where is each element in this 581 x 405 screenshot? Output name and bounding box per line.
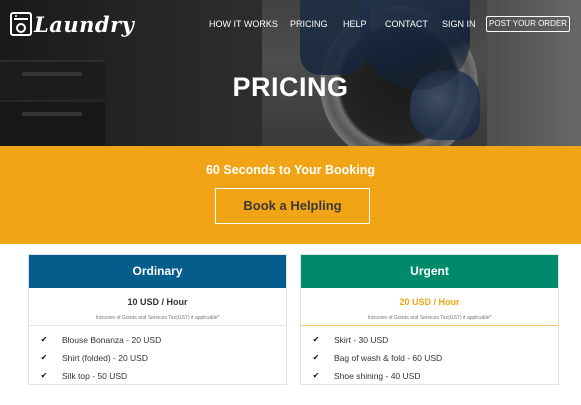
list-item: ✔ Shoe shining - 40 USD	[301, 367, 558, 385]
list-item: ✔ Silk top - 50 USD	[29, 367, 286, 385]
list-item: ✔ Skirt - 30 USD	[301, 331, 558, 349]
booking-band: 60 Seconds to Your Booking Book a Helpli…	[0, 146, 581, 244]
card-price: 10 USD / Hour	[127, 297, 188, 307]
logo[interactable]: Laundry	[10, 11, 134, 37]
list-item-label: Shirt (folded) - 20 USD	[62, 353, 148, 363]
list-item-label: Blouse Bonanza - 20 USD	[62, 335, 162, 345]
hero-banner: Laundry HOW IT WORKS PRICING HELP CONTAC…	[0, 0, 581, 146]
card-title: Ordinary	[29, 255, 286, 288]
list-item-label: Skirt - 30 USD	[334, 335, 389, 345]
check-icon: ✔	[40, 335, 48, 344]
nav-how-it-works[interactable]: HOW IT WORKS	[209, 16, 278, 32]
pricing-card-ordinary: Ordinary 10 USD / Hour Inclusive of Good…	[28, 254, 287, 385]
list-item-label: Shoe shining - 40 USD	[334, 371, 421, 381]
booking-title: 60 Seconds to Your Booking	[205, 163, 375, 177]
card-price: 20 USD / Hour	[399, 297, 460, 307]
list-item-label: Bag of wash & fold - 60 USD	[334, 353, 443, 363]
nav-contact[interactable]: CONTACT	[385, 16, 428, 32]
card-tax-note: Inclusive of Goods and Services Tax(GST)…	[95, 315, 220, 321]
book-helpling-button[interactable]: Book a Helpling	[215, 188, 370, 224]
nav-pricing[interactable]: PRICING	[290, 16, 328, 32]
nav-help[interactable]: HELP	[343, 16, 367, 32]
card-item-list: ✔ Blouse Bonanza - 20 USD ✔ Shirt (folded)…	[29, 326, 286, 385]
post-order-button[interactable]: POST YOUR ORDER	[486, 16, 570, 32]
logo-text: Laundry	[34, 11, 135, 37]
check-icon: ✔	[40, 371, 48, 380]
washing-machine-icon	[10, 12, 32, 36]
nav-sign-in[interactable]: SIGN IN	[442, 16, 476, 32]
check-icon: ✔	[312, 371, 320, 380]
check-icon: ✔	[40, 353, 48, 362]
check-icon: ✔	[312, 335, 320, 344]
page-title: PRICING	[232, 72, 349, 102]
check-icon: ✔	[312, 353, 320, 362]
list-item: ✔ Blouse Bonanza - 20 USD	[29, 331, 286, 349]
card-item-list: ✔ Skirt - 30 USD ✔ Bag of wash & fold - 60…	[301, 326, 558, 385]
list-item-label: Silk top - 50 USD	[62, 371, 128, 381]
card-title: Urgent	[301, 255, 558, 288]
list-item: ✔ Bag of wash & fold - 60 USD	[301, 349, 558, 367]
pricing-card-urgent: Urgent 20 USD / Hour Inclusive of Goods …	[300, 254, 559, 385]
card-tax-note: Inclusive of Goods and Services Tax(GST)…	[367, 315, 492, 321]
list-item: ✔ Shirt (folded) - 20 USD	[29, 349, 286, 367]
